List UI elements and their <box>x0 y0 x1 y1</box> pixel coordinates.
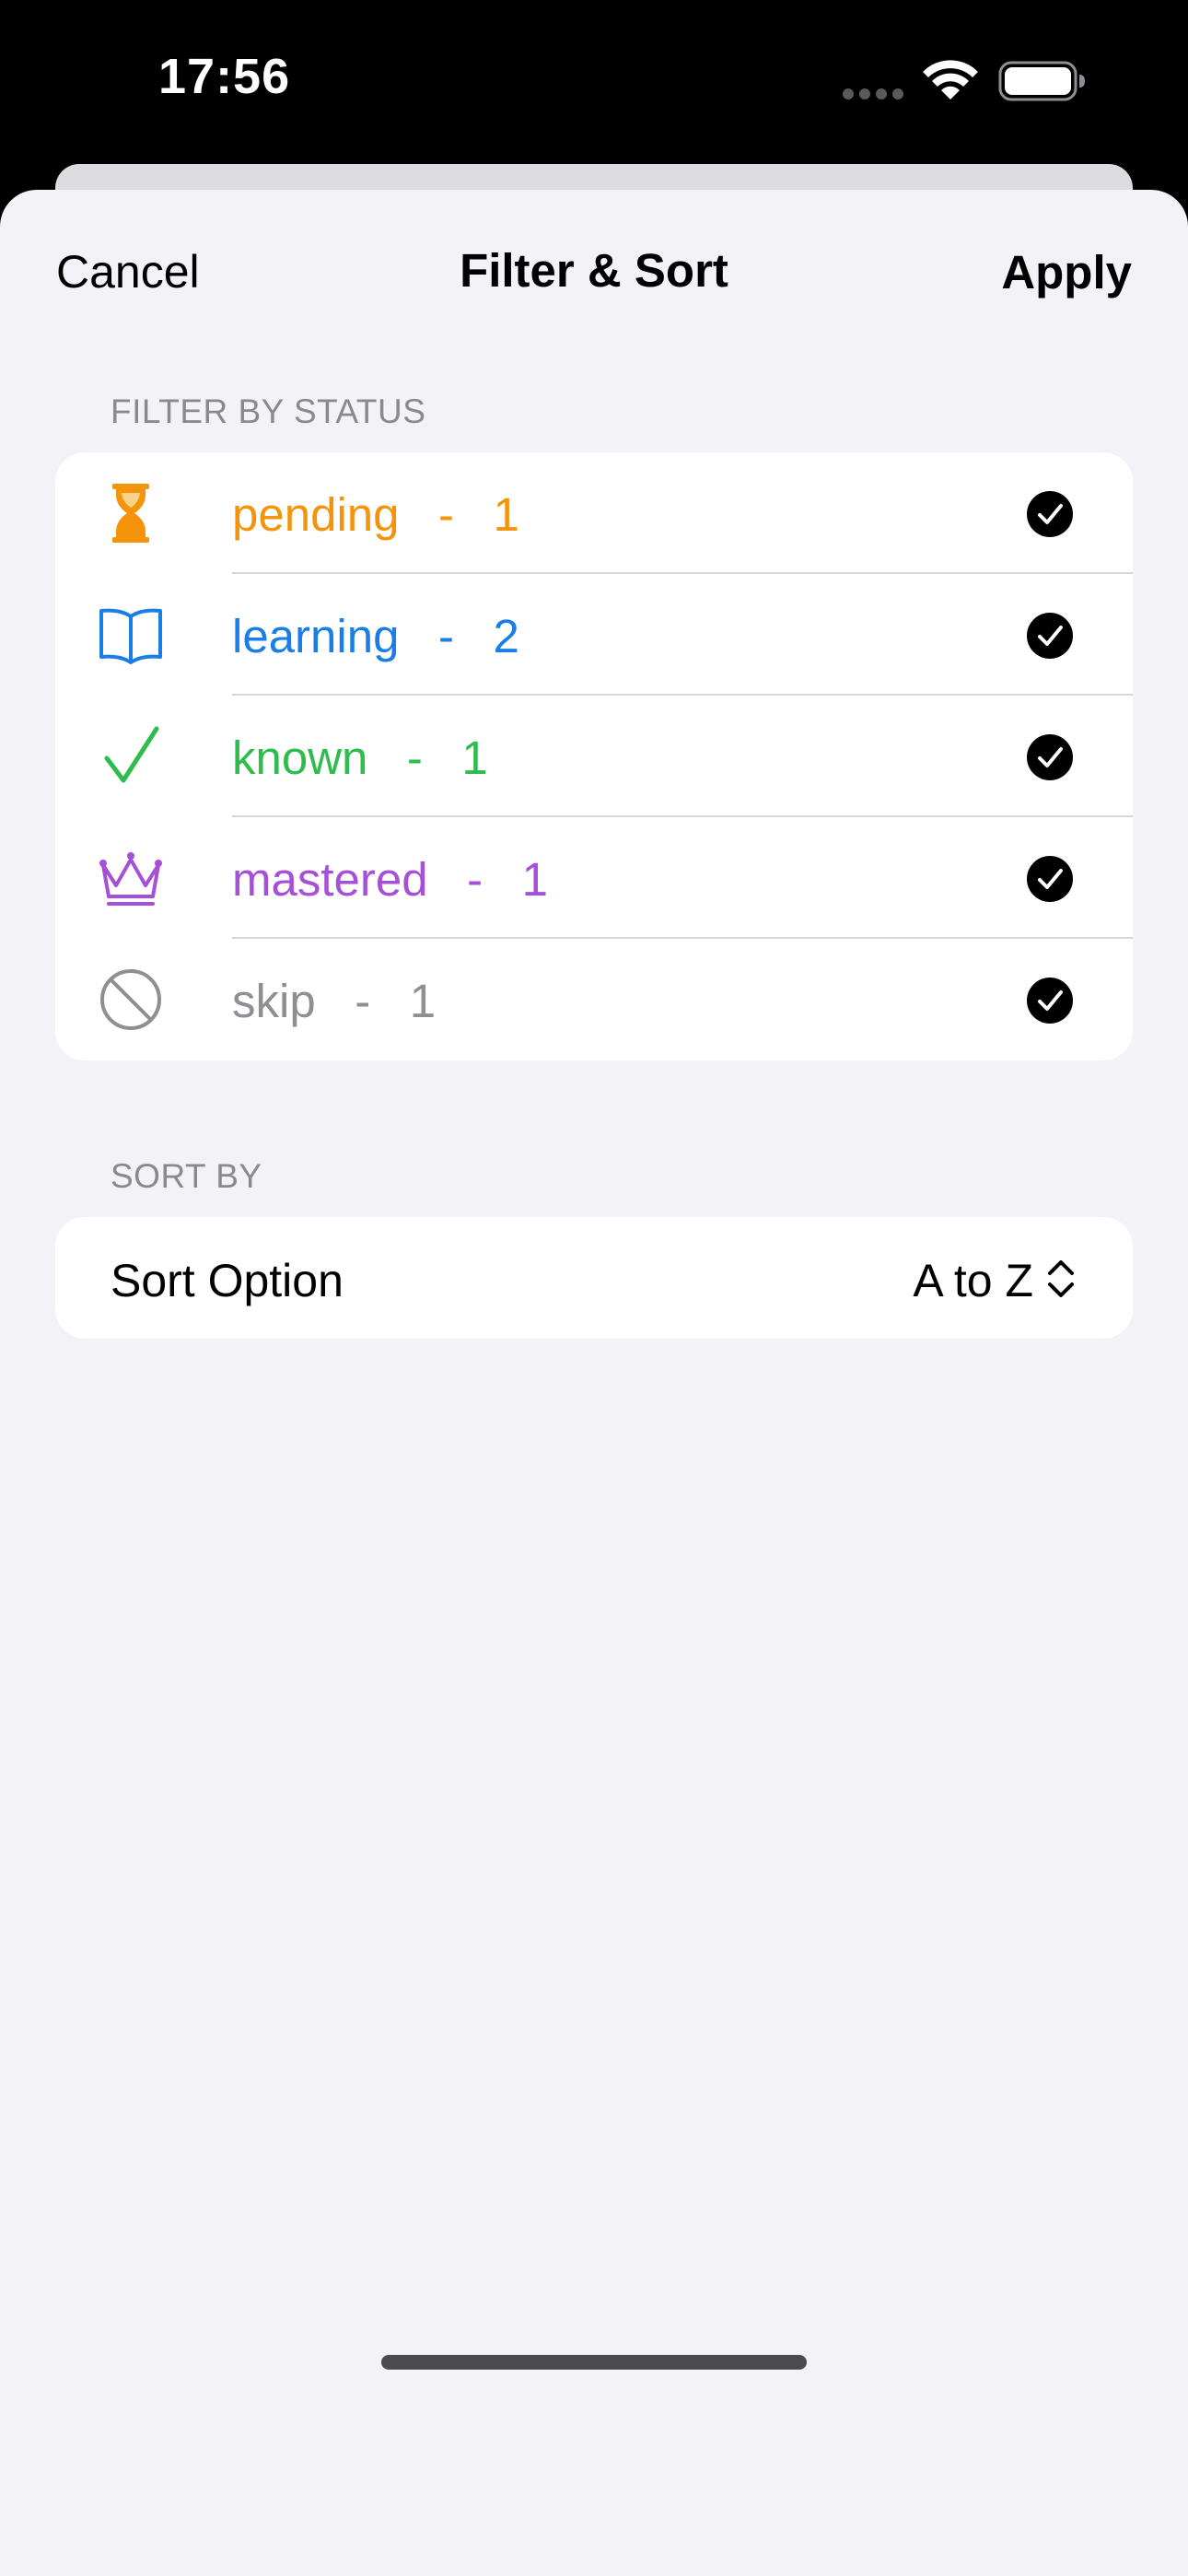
checkmark-circle-icon[interactable] <box>1026 612 1074 660</box>
prohibit-icon <box>100 969 161 1030</box>
status-row-known[interactable]: known - 1 <box>55 696 1133 817</box>
home-indicator[interactable] <box>381 2355 807 2370</box>
status-row-skip[interactable]: skip - 1 <box>55 939 1133 1060</box>
wifi-icon <box>923 60 978 100</box>
sort-section-header: SORT BY <box>111 1157 262 1195</box>
filter-section-header: FILTER BY STATUS <box>111 392 426 430</box>
crown-icon <box>99 852 162 906</box>
filter-sort-sheet: Cancel Filter & Sort Apply FILTER BY STA… <box>0 190 1188 2576</box>
status-label-mastered: mastered - 1 <box>232 853 548 906</box>
status-row-pending[interactable]: pending - 1 <box>55 452 1133 574</box>
sort-option-row[interactable]: Sort Option A to Z <box>55 1217 1133 1339</box>
apply-button[interactable]: Apply <box>1001 245 1132 299</box>
chevron-up-down-icon[interactable] <box>1044 1258 1077 1300</box>
status-label-learning: learning - 2 <box>232 610 519 662</box>
status-row-mastered[interactable]: mastered - 1 <box>55 817 1133 939</box>
sort-option-value[interactable]: A to Z <box>913 1254 1033 1307</box>
status-filter-list: pending - 1 learning - 2 known - 1 maste… <box>55 452 1133 1060</box>
hourglass-icon <box>112 484 149 543</box>
status-time: 17:56 <box>158 49 291 104</box>
book-icon <box>99 608 162 664</box>
sort-option-group: Sort Option A to Z <box>55 1217 1133 1339</box>
status-label-skip: skip - 1 <box>232 975 437 1027</box>
screen: 17:56 Cancel Filter & Sort Apply FILTER … <box>0 0 1188 2576</box>
battery-icon <box>998 61 1085 101</box>
checkmark-circle-icon[interactable] <box>1026 490 1074 538</box>
checkmark-circle-icon[interactable] <box>1026 733 1074 781</box>
status-label-pending: pending - 1 <box>232 488 519 541</box>
status-label-known: known - 1 <box>232 732 488 784</box>
checkmark-icon <box>104 726 159 783</box>
checkmark-circle-icon[interactable] <box>1026 855 1074 903</box>
status-row-learning[interactable]: learning - 2 <box>55 574 1133 696</box>
checkmark-circle-icon[interactable] <box>1026 977 1074 1025</box>
cellular-signal-icon <box>843 88 903 100</box>
sort-option-label: Sort Option <box>111 1255 344 1306</box>
